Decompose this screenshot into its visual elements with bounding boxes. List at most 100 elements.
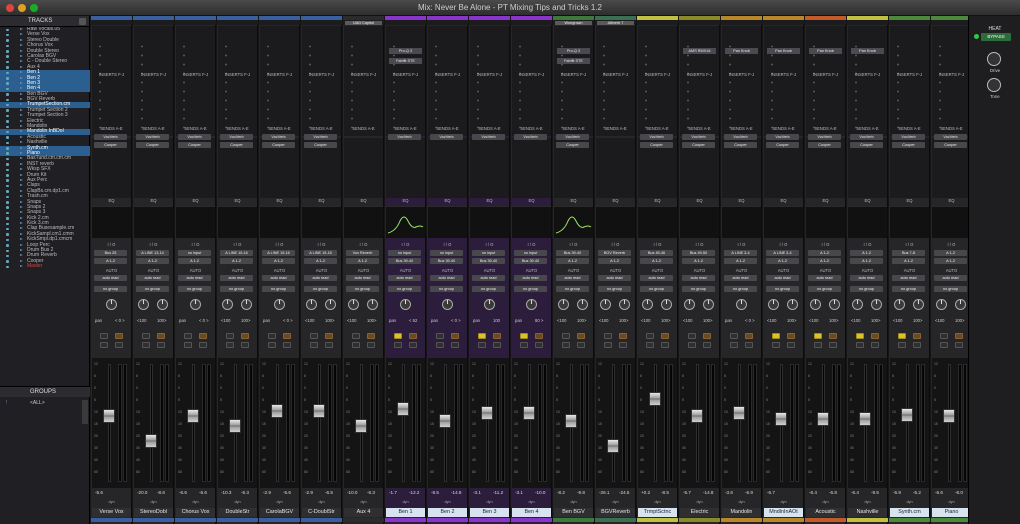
sends-area[interactable]	[470, 138, 509, 198]
volume-value[interactable]: -2.9	[305, 490, 313, 495]
volume-value[interactable]: -6.4	[851, 490, 859, 495]
eq-thumbnail[interactable]	[470, 206, 509, 238]
track-active-dot-icon[interactable]	[6, 82, 9, 85]
input-monitor-button[interactable]	[451, 342, 459, 348]
input-monitor-button[interactable]	[829, 342, 837, 348]
track-active-dot-icon[interactable]	[6, 44, 9, 48]
pan-knob-right[interactable]	[157, 299, 168, 310]
group-selector[interactable]: no group	[682, 286, 715, 292]
send-slot-1[interactable]: VocVerb	[556, 134, 589, 140]
track-active-dot-icon[interactable]	[6, 120, 9, 123]
output-selector[interactable]: A LINE 13-14	[136, 250, 169, 256]
output-selector[interactable]: no input	[430, 250, 463, 256]
solo-button[interactable]	[940, 333, 948, 339]
solo-button[interactable]	[310, 333, 318, 339]
group-selector[interactable]: no group	[640, 286, 673, 292]
track-active-dot-icon[interactable]	[6, 66, 9, 69]
group-selector[interactable]: no group	[94, 286, 127, 292]
volume-fader-cap[interactable]	[271, 404, 283, 418]
solo-button[interactable]	[856, 333, 864, 339]
output-selector[interactable]: Bus 49-50	[682, 250, 715, 256]
inserts-a-e-area[interactable]	[176, 26, 215, 136]
record-arm-button[interactable]	[646, 342, 654, 348]
volume-value[interactable]: +0.2	[641, 490, 650, 495]
input-selector[interactable]: A 1-2	[850, 258, 883, 264]
input-selector[interactable]: A 1-2	[682, 258, 715, 264]
solo-button[interactable]	[814, 333, 822, 339]
track-active-dot-icon[interactable]	[6, 157, 9, 161]
inserts-a-e-area[interactable]: AMS RMX16	[680, 26, 719, 136]
volume-value[interactable]: -20.0	[137, 490, 147, 495]
top-plugin-slot[interactable]: Wongrown	[555, 21, 592, 25]
input-selector[interactable]: A 1-2	[262, 258, 295, 264]
bypass-button[interactable]: BYPASS	[981, 33, 1011, 41]
automation-mode-selector[interactable]: auto read	[220, 275, 253, 281]
automation-mode-selector[interactable]: auto read	[766, 275, 799, 281]
output-selector[interactable]: A LINE 15-16	[262, 250, 295, 256]
send-slot-1[interactable]: VocVerb	[472, 134, 505, 140]
insert-plugin-slot[interactable]: Pro-Q 3	[557, 48, 590, 54]
input-selector[interactable]: Bus 39-40	[430, 258, 463, 264]
top-plugin-slot[interactable]: Altiverb 7	[597, 21, 634, 25]
track-name-button[interactable]: DoubleStr	[218, 508, 257, 517]
group-selector[interactable]: no group	[892, 286, 925, 292]
pan-knob-right[interactable]	[661, 299, 672, 310]
solo-button[interactable]	[898, 333, 906, 339]
volume-value[interactable]: -10.3	[221, 490, 231, 495]
input-selector[interactable]: Bus 39-40	[388, 258, 421, 264]
eq-thumbnail[interactable]	[344, 206, 383, 238]
volume-fader-cap[interactable]	[649, 392, 661, 406]
track-list-item[interactable]: Master	[0, 263, 90, 269]
pan-knob[interactable]	[442, 299, 453, 310]
send-slot-2[interactable]: Cooper	[724, 142, 757, 148]
track-active-dot-icon[interactable]	[6, 217, 9, 220]
pan-knob[interactable]	[106, 299, 117, 310]
output-selector[interactable]: Vox Reverb	[346, 250, 379, 256]
pan-knob[interactable]	[484, 299, 495, 310]
inserts-a-e-area[interactable]: Pan Knob	[848, 26, 887, 136]
track-active-dot-icon[interactable]	[6, 174, 9, 177]
input-selector[interactable]: A 1-2	[892, 258, 925, 264]
input-monitor-button[interactable]	[661, 342, 669, 348]
input-monitor-button[interactable]	[871, 342, 879, 348]
inserts-a-e-area[interactable]	[92, 26, 131, 136]
eq-thumbnail[interactable]	[386, 206, 425, 238]
automation-mode-selector[interactable]: auto read	[808, 275, 841, 281]
volume-fader-cap[interactable]	[397, 402, 409, 416]
track-active-dot-icon[interactable]	[6, 98, 9, 102]
input-selector[interactable]: A 1-2	[598, 258, 631, 264]
mute-button[interactable]	[367, 333, 375, 339]
solo-button[interactable]	[226, 333, 234, 339]
insert-plugin-slot[interactable]: Pan Knob	[725, 48, 758, 54]
send-slot-2[interactable]: Cooper	[556, 142, 589, 148]
automation-mode-selector[interactable]: auto read	[94, 275, 127, 281]
send-slot-2[interactable]: Cooper	[94, 142, 127, 148]
automation-mode-selector[interactable]: auto read	[850, 275, 883, 281]
automation-mode-selector[interactable]: auto read	[934, 275, 967, 281]
input-monitor-button[interactable]	[199, 342, 207, 348]
send-slot-1[interactable]: VocVerb	[934, 134, 967, 140]
inserts-a-e-area[interactable]: Pro-Q 3 Fabfilt STE	[554, 26, 593, 136]
volume-value[interactable]: -26.1	[599, 490, 609, 495]
inserts-a-e-area[interactable]: Pan Knob	[722, 26, 761, 136]
pan-knob[interactable]	[526, 299, 537, 310]
track-name-button[interactable]: Chorus Vox	[176, 508, 215, 517]
volume-value[interactable]: -8.5	[431, 490, 439, 495]
solo-button[interactable]	[478, 333, 486, 339]
pan-knob[interactable]	[558, 299, 569, 310]
pan-knob[interactable]	[274, 299, 285, 310]
pan-knob-right[interactable]	[829, 299, 840, 310]
output-selector[interactable]: no input	[388, 250, 421, 256]
input-monitor-button[interactable]	[241, 342, 249, 348]
output-selector[interactable]: Bus 39-40	[556, 250, 589, 256]
solo-button[interactable]	[352, 333, 360, 339]
mute-button[interactable]	[955, 333, 963, 339]
send-slot-1[interactable]: VocVerb	[850, 134, 883, 140]
pan-knob[interactable]	[684, 299, 695, 310]
solo-button[interactable]	[184, 333, 192, 339]
record-arm-button[interactable]	[268, 342, 276, 348]
volume-fader-cap[interactable]	[355, 419, 367, 433]
record-arm-button[interactable]	[520, 342, 528, 348]
group-selector[interactable]: no group	[808, 286, 841, 292]
mute-button[interactable]	[661, 333, 669, 339]
